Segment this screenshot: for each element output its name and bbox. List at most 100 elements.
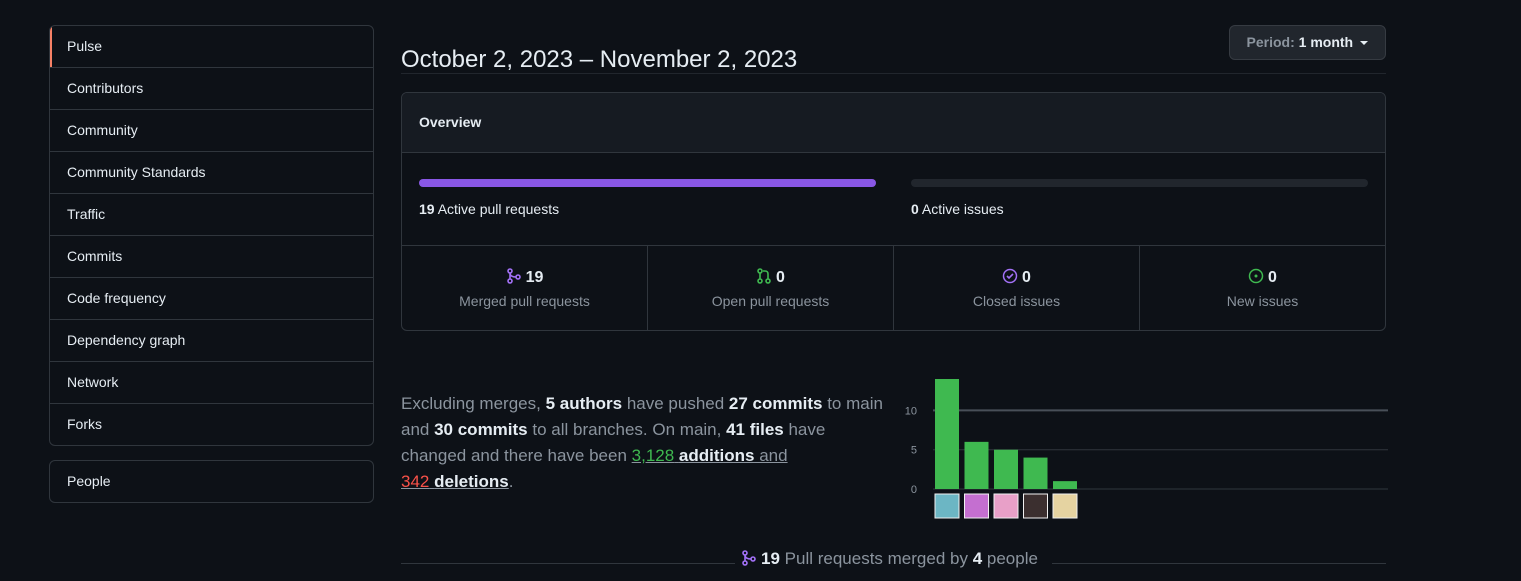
git-pull-request-icon (757, 268, 771, 284)
stat-value-row: 0 (894, 268, 1139, 287)
summary-text: . (508, 472, 514, 491)
sidebar-item-commits[interactable]: Commits (50, 235, 373, 277)
stat-value-row: 0 (648, 268, 893, 287)
merged-prs-heading: 19 Pull requests merged by 4 people (741, 549, 1038, 569)
sidebar-item-label: Forks (67, 416, 102, 432)
deletions-word: deletions (434, 472, 509, 491)
commit-bar[interactable] (1023, 457, 1048, 489)
footer-text: Pull requests merged by (779, 549, 973, 568)
sidebar-item-label: Community (67, 122, 138, 138)
overview-title: Overview (402, 93, 1385, 153)
footer-divider-right (1052, 563, 1386, 564)
summary-files: 41 files (726, 420, 784, 439)
stat-value: 19 (525, 269, 544, 286)
summary-authors: 5 authors (545, 394, 623, 413)
additions-word: additions (678, 446, 755, 465)
issue-closed-icon (1002, 268, 1018, 284)
sidebar-item-label: Traffic (67, 206, 106, 222)
sidebar-item-traffic[interactable]: Traffic (50, 193, 373, 235)
page-title: October 2, 2023 – November 2, 2023 (401, 46, 798, 74)
sidebar-item-label: Dependency graph (67, 332, 186, 348)
deletions-number: 342 (401, 472, 430, 491)
sidebar-item-pulse[interactable]: Pulse (50, 26, 373, 67)
summary-commits-all: 30 commits (434, 420, 528, 439)
y-tick-label: 10 (905, 405, 917, 417)
people-sidebar: People (49, 460, 374, 503)
commit-bar[interactable] (994, 449, 1018, 489)
stat-closed-issues[interactable]: 0 Closed issues (893, 246, 1139, 330)
header-divider (401, 73, 1386, 74)
footer-text: people (982, 549, 1038, 568)
overview-bars: 19 Active pull requests 0 Active issues (402, 153, 1385, 246)
issue-opened-icon (1248, 268, 1264, 284)
footer-divider-left (401, 563, 735, 564)
issues-progress-label[interactable]: 0 Active issues (911, 201, 1004, 217)
sidebar-item-label: Code frequency (67, 290, 166, 306)
commits-by-author-chart: 0 5 10 (905, 379, 1388, 519)
stat-value-row: 0 (1140, 268, 1385, 287)
pr-active-count: 19 (419, 201, 435, 217)
sidebar-item-label: Network (67, 374, 119, 390)
additions-link[interactable]: 3,128 additions (632, 446, 755, 465)
author-avatar[interactable] (1023, 493, 1048, 519)
git-merge-icon (506, 268, 521, 284)
stat-open-prs[interactable]: 0 Open pull requests (647, 246, 893, 330)
sidebar-item-label: Contributors (67, 80, 144, 96)
summary-text: and (754, 446, 788, 465)
git-merge-icon (742, 550, 756, 566)
commit-bar[interactable] (1053, 481, 1077, 489)
pr-active-text: Active pull requests (437, 201, 560, 217)
deletions-link[interactable]: 342 deletions (401, 472, 509, 491)
stat-label: New issues (1226, 293, 1299, 309)
pr-progress-bar[interactable] (419, 179, 876, 187)
sidebar-item-label: Pulse (67, 38, 103, 54)
summary-commits-main: 27 commits (728, 394, 823, 413)
author-avatar[interactable] (993, 493, 1019, 519)
insights-sidebar: Pulse Contributors Community Community S… (49, 25, 374, 446)
author-avatar[interactable] (964, 493, 989, 519)
summary-text: have pushed (622, 394, 729, 413)
stat-value-row: 19 (402, 268, 647, 287)
sidebar-item-dependency-graph[interactable]: Dependency graph (50, 319, 373, 361)
sidebar-item-contributors[interactable]: Contributors (50, 67, 373, 109)
stat-value: 0 (1022, 269, 1031, 286)
sidebar-item-label: Community Standards (67, 164, 206, 180)
pr-progress-label[interactable]: 19 Active pull requests (419, 201, 559, 217)
issues-active-text: Active issues (921, 201, 1004, 217)
sidebar-item-community[interactable]: Community (50, 109, 373, 151)
period-prefix: Period: (1246, 34, 1295, 50)
summary-text: to all branches. On main, (527, 420, 727, 439)
stat-value: 0 (1268, 269, 1277, 286)
merged-count: 19 (761, 549, 780, 568)
y-tick-label: 0 (911, 484, 917, 496)
sidebar-item-network[interactable]: Network (50, 361, 373, 403)
issues-active-count: 0 (911, 201, 919, 217)
stat-label: Merged pull requests (459, 293, 590, 309)
period-dropdown-button[interactable]: Period: 1 month (1228, 25, 1386, 60)
sidebar-item-label: People (67, 473, 111, 489)
people-count: 4 (972, 549, 983, 568)
pr-progress-fill (419, 179, 876, 187)
stat-value: 0 (776, 269, 785, 286)
y-tick-label: 5 (911, 445, 917, 457)
additions-number: 3,128 (631, 446, 675, 465)
overview-stats: 19 Merged pull requests 0 Open pull requ… (402, 246, 1385, 330)
commit-bar[interactable] (964, 441, 989, 489)
sidebar-item-code-frequency[interactable]: Code frequency (50, 277, 373, 319)
issues-progress-bar[interactable] (911, 179, 1368, 187)
author-avatar[interactable] (934, 493, 960, 519)
summary-text: Excluding merges, (401, 394, 546, 413)
caret-down-icon (1360, 41, 1368, 46)
overview-panel: Overview 19 Active pull requests 0 Activ… (401, 92, 1386, 331)
sidebar-item-people[interactable]: People (50, 461, 373, 502)
sidebar-item-community-standards[interactable]: Community Standards (50, 151, 373, 193)
sidebar-item-forks[interactable]: Forks (50, 403, 373, 445)
commit-bar[interactable] (935, 379, 959, 489)
sidebar-item-label: Commits (67, 248, 123, 264)
stat-new-issues[interactable]: 0 New issues (1139, 246, 1385, 330)
stat-merged-prs[interactable]: 19 Merged pull requests (402, 246, 647, 330)
stat-label: Closed issues (972, 293, 1061, 309)
period-value: 1 month (1298, 34, 1354, 50)
author-avatar[interactable] (1052, 493, 1078, 519)
stat-label: Open pull requests (711, 293, 830, 309)
